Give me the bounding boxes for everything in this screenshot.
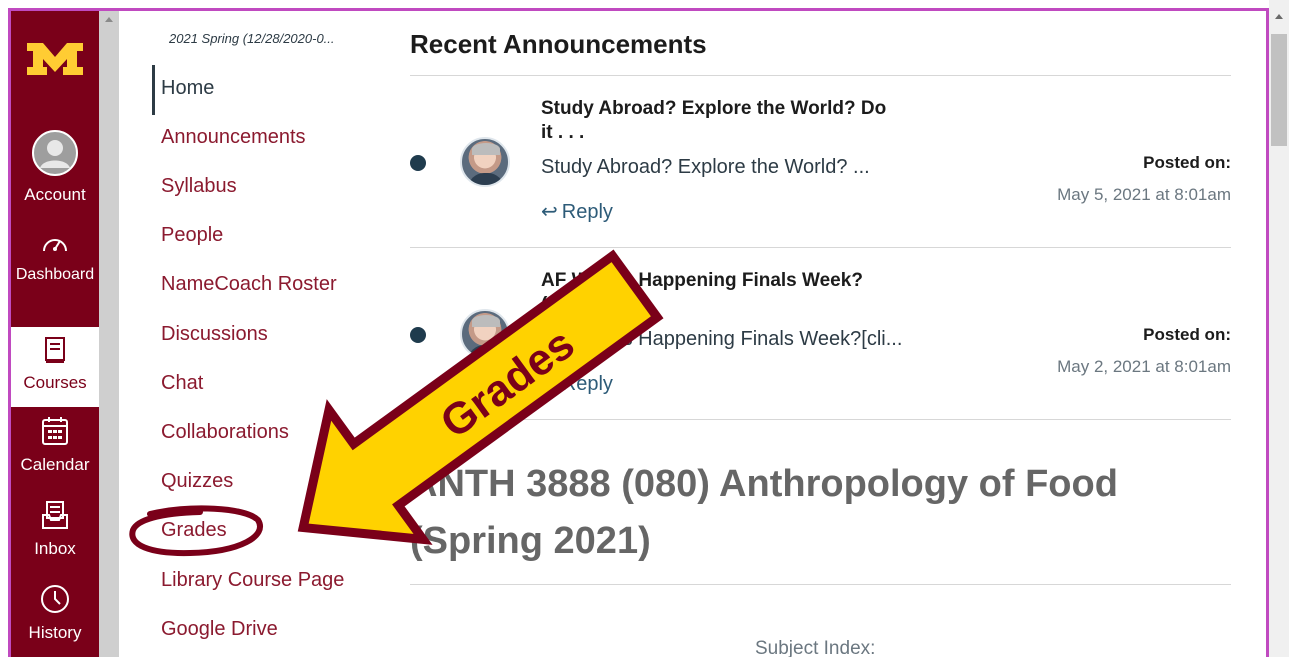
global-nav-label: Dashboard [15,266,95,283]
global-nav-calendar[interactable]: Calendar [11,415,99,495]
global-nav-label: Calendar [20,455,90,474]
course-nav-grades[interactable]: Grades [161,517,227,543]
posted-label: Posted on: [1143,325,1231,344]
course-nav-collaborations[interactable]: Collaborations [161,419,289,445]
unread-dot-icon [410,155,426,171]
course-nav-google-drive[interactable]: Google Drive [161,616,278,642]
announcement-title[interactable]: AF What's Happening Finals Week? (M... [541,269,901,317]
divider [410,584,1231,585]
global-nav-courses[interactable]: Courses [11,327,99,407]
history-clock-icon [11,583,99,620]
course-nav-syllabus[interactable]: Syllabus [161,173,237,199]
course-nav-namecoach-roster[interactable]: NameCoach Roster [161,271,337,297]
courses-book-icon [11,327,99,370]
reply-link[interactable]: ↩ Reply [541,371,613,396]
course-nav-discussions[interactable]: Discussions [161,321,268,347]
posted-label: Posted on: [1143,153,1231,172]
announcement-item[interactable]: AF What's Happening Finals Week? (M... A… [410,261,1231,431]
reply-arrow-icon: ↩ [541,201,558,223]
main-content: Recent Announcements Study Abroad? Explo… [391,11,1261,657]
course-nav-announcements[interactable]: Announcements [161,124,306,150]
reply-link[interactable]: ↩ Reply [541,199,613,224]
author-avatar [460,309,510,359]
subject-index-label: Subject Index: [755,638,876,657]
course-nav-library-course-page[interactable]: Library Course Page [161,567,344,593]
course-nav-quizzes[interactable]: Quizzes [161,468,233,494]
global-nav-label: History [28,623,82,642]
inbox-icon [11,499,99,536]
page-scrollbar[interactable] [1269,0,1289,657]
author-avatar [460,137,510,187]
course-nav-chat[interactable]: Chat [161,370,203,396]
global-nav-history[interactable]: History [11,583,99,657]
global-nav-dashboard[interactable]: Dashboard [11,231,99,311]
scrollbar-thumb[interactable] [1271,34,1287,146]
university-m-logo-icon[interactable] [11,39,99,84]
course-navigation: 2021 Spring (12/28/2020-0... Home Announ… [119,11,391,657]
global-navigation: Account Dashboard Courses Calendar Inbox… [11,11,99,657]
announcement-snippet: AF What's Happening Finals Week?[cli... [541,328,903,350]
unread-dot-icon [410,327,426,343]
active-indicator [152,65,155,115]
account-avatar-icon [11,129,99,182]
course-title: ANTH 3888 (080) Anthropology of Food (Sp… [410,463,1118,562]
divider [410,247,1231,248]
calendar-icon [11,415,99,452]
reply-arrow-icon: ↩ [541,373,558,395]
canvas-window: Account Dashboard Courses Calendar Inbox… [0,0,1289,657]
course-nav-home[interactable]: Home [161,75,214,101]
global-nav-label: Inbox [34,539,76,558]
global-nav-inbox[interactable]: Inbox [11,499,99,579]
page-title: Recent Announcements [410,29,707,59]
divider [410,419,1231,420]
posted-date: May 2, 2021 at 8:01am [1057,357,1231,376]
global-nav-label: Courses [23,373,87,392]
posted-date: May 5, 2021 at 8:01am [1057,185,1231,204]
announcement-snippet: Study Abroad? Explore the World? ... [541,156,870,178]
global-nav-account[interactable]: Account [11,129,99,209]
announcement-item[interactable]: Study Abroad? Explore the World? Do it .… [410,89,1231,259]
dashboard-gauge-icon [11,231,99,262]
announcement-title[interactable]: Study Abroad? Explore the World? Do it .… [541,97,901,145]
divider [410,75,1231,76]
course-nav-scrollbar[interactable] [99,11,119,657]
scroll-up-arrow-icon[interactable] [1275,14,1283,19]
course-nav-people[interactable]: People [161,222,223,248]
global-nav-label: Account [24,185,86,204]
term-label: 2021 Spring (12/28/2020-0... [169,31,335,46]
scroll-up-arrow-icon[interactable] [105,17,113,22]
